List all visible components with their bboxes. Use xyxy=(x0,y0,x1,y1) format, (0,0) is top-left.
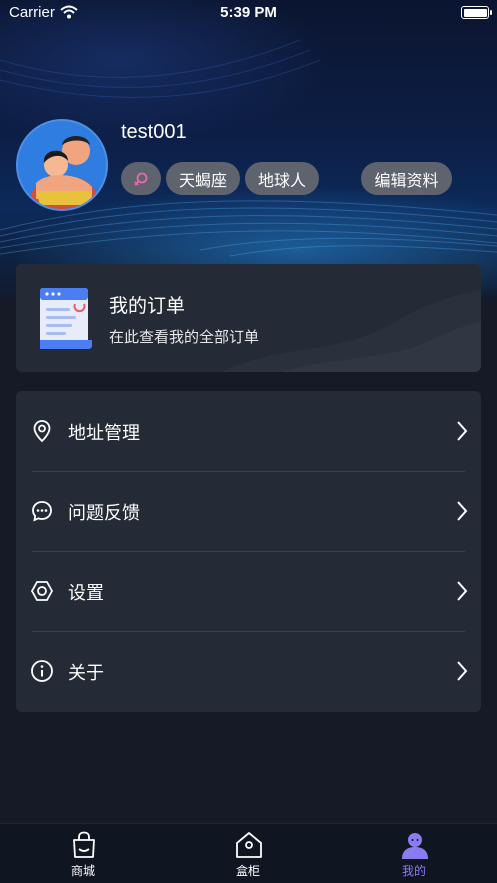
chat-bubble-icon xyxy=(32,501,52,522)
menu-item-settings[interactable]: 设置 xyxy=(16,551,481,631)
order-card-title: 我的订单 xyxy=(109,295,186,317)
chevron-right-icon xyxy=(457,581,468,601)
menu-list: 地址管理 问题反馈 设置 关于 xyxy=(16,391,481,712)
order-document-icon xyxy=(40,288,92,349)
species-tag: 地球人 xyxy=(245,162,319,195)
menu-item-label: 设置 xyxy=(68,583,104,604)
chevron-right-icon xyxy=(457,421,468,441)
hexagon-settings-icon xyxy=(30,581,54,601)
tab-mine[interactable]: 我的 xyxy=(369,824,459,883)
tab-label: 商城 xyxy=(70,864,95,878)
tab-label: 我的 xyxy=(401,864,426,878)
bottom-tab-bar: 商城 盒柜 我的 xyxy=(0,823,497,883)
avatar[interactable] xyxy=(16,119,108,211)
female-symbol-icon xyxy=(134,172,148,186)
menu-item-address[interactable]: 地址管理 xyxy=(16,391,481,471)
order-card-subtitle: 在此查看我的全部订单 xyxy=(109,328,260,346)
my-orders-card[interactable]: 我的订单 在此查看我的全部订单 xyxy=(16,264,481,372)
chevron-right-icon xyxy=(457,661,468,681)
avatar-illustration xyxy=(18,121,106,209)
tab-cabinet[interactable]: 盒柜 xyxy=(203,824,293,883)
menu-item-label: 关于 xyxy=(68,663,104,684)
tab-shop[interactable]: 商城 xyxy=(38,824,128,883)
user-profile-icon xyxy=(402,833,428,859)
shopping-bag-icon xyxy=(73,831,95,858)
status-bar: Carrier 5:39 PM xyxy=(0,0,497,26)
tab-label: 盒柜 xyxy=(235,864,260,878)
menu-item-label: 问题反馈 xyxy=(68,503,140,524)
username: test001 xyxy=(121,121,187,143)
status-time: 5:39 PM xyxy=(220,4,277,21)
menu-item-feedback[interactable]: 问题反馈 xyxy=(16,471,481,551)
card-wave-decoration xyxy=(221,264,481,372)
info-icon xyxy=(31,660,53,682)
edit-profile-button[interactable]: 编辑资料 xyxy=(361,162,452,195)
menu-item-label: 地址管理 xyxy=(68,423,140,444)
chevron-right-icon xyxy=(457,501,468,521)
menu-item-about[interactable]: 关于 xyxy=(16,631,481,711)
location-pin-icon xyxy=(33,420,51,443)
zodiac-tag: 天蝎座 xyxy=(166,162,240,195)
battery-icon xyxy=(461,6,492,19)
gender-tag xyxy=(121,162,161,195)
home-box-icon xyxy=(236,832,262,858)
